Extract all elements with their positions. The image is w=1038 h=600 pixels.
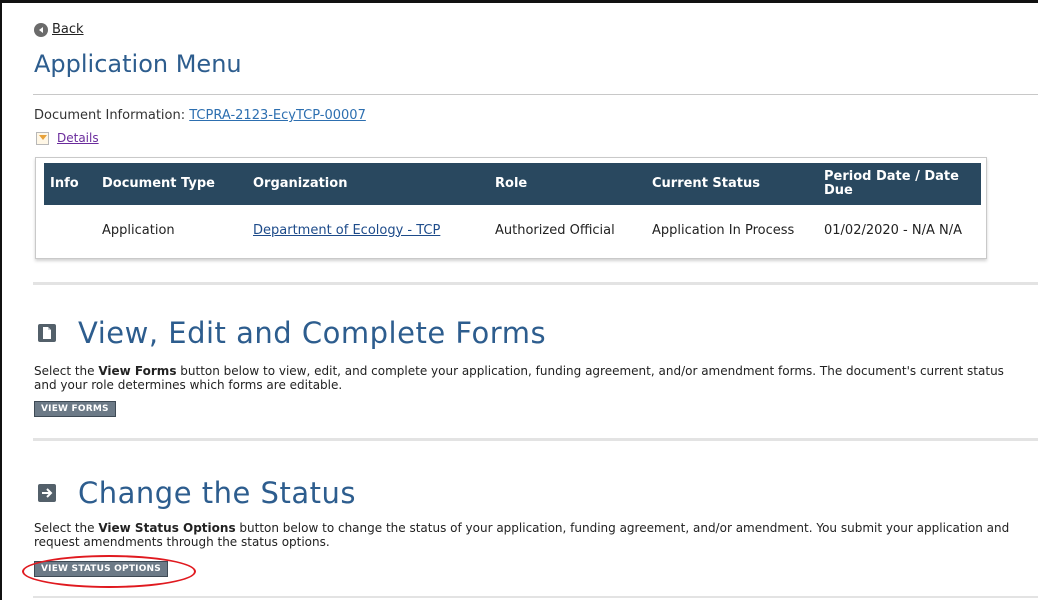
back-arrow-icon bbox=[34, 22, 48, 37]
document-icon bbox=[38, 324, 56, 342]
cell-document-type: Application bbox=[102, 222, 175, 238]
forms-text-start: Select the bbox=[34, 364, 99, 378]
organization-link[interactable]: Department of Ecology - TCP bbox=[253, 223, 440, 238]
details-link[interactable]: Details bbox=[57, 131, 99, 145]
page-title: Application Menu bbox=[34, 50, 242, 78]
cell-period-date: 01/02/2020 - N/A N/A bbox=[824, 222, 963, 238]
table-row: Application Department of Ecology - TCP … bbox=[44, 205, 981, 255]
forms-section-title: View, Edit and Complete Forms bbox=[78, 316, 547, 350]
column-header-current-status: Current Status bbox=[646, 163, 818, 205]
cell-role: Authorized Official bbox=[495, 222, 615, 238]
forms-section-description: Select the View Forms button below to vi… bbox=[34, 364, 1024, 392]
cell-organization: Department of Ecology - TCP bbox=[247, 205, 489, 255]
view-forms-button[interactable]: VIEW FORMS bbox=[34, 401, 116, 417]
column-header-info: Info bbox=[44, 163, 96, 205]
forms-text-end: button below to view, edit, and complete… bbox=[34, 364, 1004, 392]
document-id-link[interactable]: TCPRA-2123-EcyTCP-00007 bbox=[189, 108, 366, 123]
back-link[interactable]: Back bbox=[34, 22, 84, 37]
status-section-header: Change the Status bbox=[38, 476, 356, 510]
details-toggle[interactable]: Details bbox=[36, 131, 99, 145]
arrow-right-icon bbox=[38, 484, 56, 502]
section-divider bbox=[33, 596, 1038, 598]
chevron-down-icon[interactable] bbox=[36, 131, 49, 145]
section-divider bbox=[33, 282, 1038, 285]
column-header-organization: Organization bbox=[247, 163, 489, 205]
section-divider bbox=[33, 438, 1038, 441]
forms-section-header: View, Edit and Complete Forms bbox=[38, 316, 546, 350]
document-table: Info Document Type Organization Role Cur… bbox=[44, 163, 981, 255]
column-header-role: Role bbox=[489, 163, 646, 205]
screenshot-frame bbox=[0, 0, 1038, 600]
status-section-description: Select the View Status Options button be… bbox=[34, 521, 1024, 549]
status-text-start: Select the bbox=[34, 521, 99, 535]
back-label[interactable]: Back bbox=[52, 22, 84, 37]
cell-current-status: Application In Process bbox=[652, 222, 795, 238]
status-text-bold: View Status Options bbox=[98, 521, 236, 535]
column-header-document-type: Document Type bbox=[96, 163, 247, 205]
document-info-label: Document Information: bbox=[34, 108, 190, 123]
forms-text-bold: View Forms bbox=[98, 364, 177, 378]
document-info: Document Information: TCPRA-2123-EcyTCP-… bbox=[34, 108, 366, 123]
column-header-period-date: Period Date / Date Due bbox=[818, 163, 981, 205]
status-section-title: Change the Status bbox=[78, 476, 356, 510]
title-divider bbox=[33, 94, 1038, 95]
document-table-panel: Info Document Type Organization Role Cur… bbox=[35, 157, 987, 259]
view-status-options-button[interactable]: VIEW STATUS OPTIONS bbox=[34, 561, 168, 577]
cell-info bbox=[44, 205, 96, 255]
